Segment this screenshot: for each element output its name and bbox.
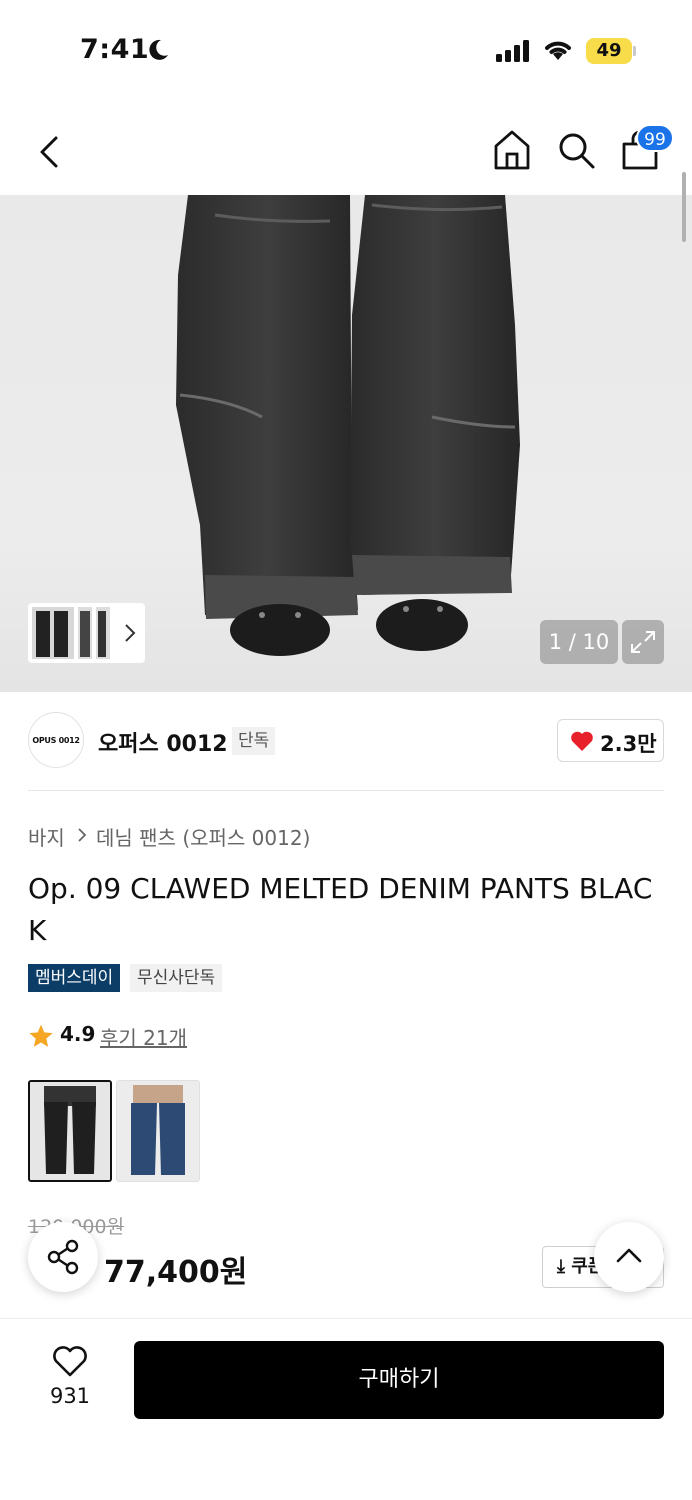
share-icon — [47, 1239, 79, 1275]
top-navigation — [0, 100, 692, 195]
download-icon: ⤓ — [557, 1256, 565, 1277]
back-icon[interactable] — [34, 132, 64, 172]
brand-logo[interactable]: OPUS 0012 — [28, 712, 84, 768]
color-option-blue[interactable] — [116, 1080, 200, 1182]
image-page-counter: 1 / 10 — [540, 620, 618, 664]
battery-indicator: 49 — [586, 38, 632, 64]
scroll-indicator — [682, 172, 686, 242]
rating-score: 4.9 — [60, 1022, 96, 1046]
musinsa-exclusive-tag: 무신사단독 — [130, 964, 223, 992]
cart-count-badge: 99 — [636, 124, 674, 152]
share-button[interactable] — [28, 1222, 98, 1292]
product-title: Op. 09 CLAWED MELTED DENIM PANTS BLACK — [28, 872, 653, 947]
thumbnail-images — [32, 607, 110, 659]
members-day-tag: 멤버스데이 — [28, 964, 121, 992]
expand-button[interactable] — [622, 620, 664, 664]
brand-exclusive-tag: 단독 — [232, 727, 276, 755]
color-option-black[interactable] — [28, 1080, 112, 1182]
status-bar: 7:41 49 — [0, 0, 692, 100]
chevron-up-icon — [616, 1248, 642, 1263]
heart-icon — [571, 731, 593, 751]
breadcrumb-subcategory[interactable]: 데님 팬츠 (오퍼스 0012) — [96, 822, 310, 851]
star-icon — [29, 1024, 53, 1047]
chevron-right-icon — [78, 828, 87, 842]
brand-name[interactable]: 오퍼스 0012 — [98, 726, 228, 758]
chevron-right-icon[interactable] — [123, 622, 137, 644]
heart-outline-icon[interactable] — [52, 1346, 88, 1378]
black-pants-thumbnail — [30, 1082, 110, 1180]
buy-button[interactable]: 구매하기 — [134, 1341, 664, 1419]
breadcrumb-category[interactable]: 바지 — [28, 822, 65, 851]
cellular-signal-icon — [496, 40, 529, 62]
section-divider — [28, 790, 664, 791]
home-icon[interactable] — [492, 128, 532, 172]
sale-price: 77,400원 — [104, 1255, 248, 1290]
battery-tip — [633, 46, 636, 56]
search-icon[interactable] — [556, 130, 596, 170]
wishlist-count: 931 — [49, 1384, 91, 1408]
moon-icon — [149, 39, 168, 60]
status-time: 7:41 — [80, 34, 150, 65]
expand-icon — [631, 631, 655, 653]
brand-like-count: 2.3만 — [600, 732, 657, 756]
review-count-link[interactable]: 후기 21개 — [100, 1022, 187, 1051]
wifi-icon — [545, 41, 571, 60]
brand-like-button[interactable]: 2.3만 — [557, 719, 664, 762]
scroll-to-top-button[interactable] — [594, 1222, 664, 1292]
blue-pants-thumbnail — [117, 1081, 199, 1181]
